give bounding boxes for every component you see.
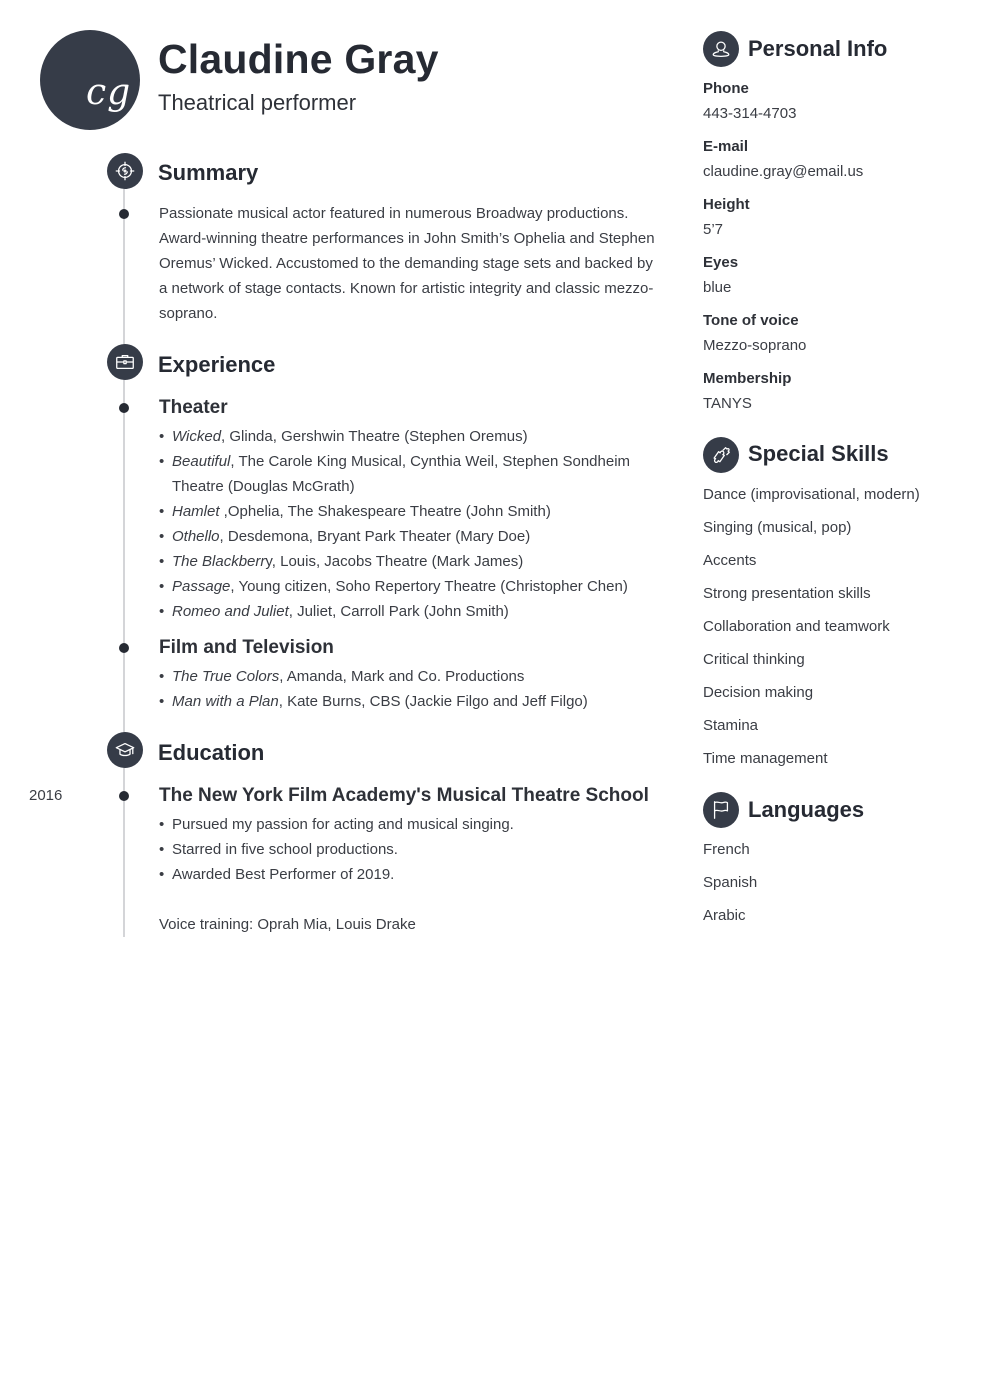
list-item: Othello, Desdemona, Bryant Park Theater … [159,524,659,549]
field-value-eyes: blue [703,279,732,296]
list-item: Wicked, Glinda, Gershwin Theatre (Stephe… [159,424,659,449]
work-title: Man with a Plan [172,693,279,710]
skill-item: Critical thinking [703,651,805,668]
list-item: Passage, Young citizen, Soho Repertory T… [159,574,659,599]
timeline-line [123,170,125,937]
list-item: Romeo and Juliet, Juliet, Carroll Park (… [159,599,659,624]
section-title-education: Education [158,740,265,765]
timeline-dot [119,643,129,653]
field-label-phone: Phone [703,80,749,97]
experience-film-list: The True Colors, Amanda, Mark and Co. Pr… [159,664,659,714]
timeline-dot [119,791,129,801]
section-title-summary: Summary [158,160,259,185]
work-details: ,Ophelia, The Shakespeare Theatre (John … [219,503,551,520]
summary-text: Passionate musical actor featured in num… [159,205,655,322]
skill-item: Singing (musical, pop) [703,519,852,536]
work-title: Passage [172,578,231,595]
flag-icon [703,792,739,828]
avatar: cg [40,30,140,130]
target-icon [107,153,143,189]
work-details: , Amanda, Mark and Co. Productions [279,668,525,685]
section-title-personal-info: Personal Info [748,36,888,61]
field-label-eyes: Eyes [703,254,739,271]
field-value-height: 5’7 [703,221,724,238]
skill-item: Collaboration and teamwork [703,618,890,635]
field-value-phone: 443-314-4703 [703,105,797,122]
list-item: Awarded Best Performer of 2019. [159,862,659,887]
experience-group-title: Film and Television [159,637,334,658]
list-item: Hamlet ,Ophelia, The Shakespeare Theatre… [159,499,659,524]
briefcase-icon [107,344,143,380]
work-title: Hamlet [172,503,220,520]
list-item: Pursued my passion for acting and musica… [159,812,659,837]
work-title: Beautiful [172,453,231,470]
job-title: Theatrical performer [158,90,357,115]
work-details: , The Carole King Musical, Cynthia Weil,… [172,453,631,495]
work-details: , Kate Burns, CBS (Jackie Filgo and Jeff… [278,693,588,710]
list-item: The True Colors, Amanda, Mark and Co. Pr… [159,664,659,689]
section-title-languages: Languages [748,797,865,822]
avatar-initials: cg [86,72,132,113]
experience-group-title: Theater [159,397,228,418]
work-title: Othello [172,528,220,545]
experience-theater-list: Wicked, Glinda, Gershwin Theatre (Stephe… [159,424,659,624]
skill-item: Decision making [703,684,814,701]
work-details: , Juliet, Carroll Park (John Smith) [288,603,509,620]
work-details: y, Louis, Jacobs Theatre (Mark James) [265,553,524,570]
work-title: Wicked [172,428,222,445]
timeline-dot [119,403,129,413]
field-value-membership: TANYS [703,395,752,412]
graduation-cap-icon [107,732,143,768]
education-bullets: Pursued my passion for acting and musica… [159,812,659,887]
skill-item: Time management [703,750,828,767]
work-title: Romeo and Juliet [172,603,289,620]
field-label-voice: Tone of voice [703,312,799,329]
work-details: , Desdemona, Bryant Park Theater (Mary D… [219,528,531,545]
field-label-height: Height [703,196,750,213]
education-school: The New York Film Academy's Musical Thea… [159,785,649,806]
language-item: Arabic [703,907,746,924]
puzzle-icon [703,437,739,473]
list-item: Beautiful, The Carole King Musical, Cynt… [159,449,659,499]
list-item: Starred in five school productions. [159,837,659,862]
list-item: Man with a Plan, Kate Burns, CBS (Jackie… [159,689,659,714]
list-item: The Blackberry, Louis, Jacobs Theatre (M… [159,549,659,574]
education-year: 2016 [29,787,63,804]
work-title: The True Colors [172,668,280,685]
field-value-email: claudine.gray@email.us [703,163,864,180]
candidate-name: Claudine Gray [158,36,439,82]
education-note: Voice training: Oprah Mia, Louis Drake [159,916,416,933]
work-details: , Glinda, Gershwin Theatre (Stephen Orem… [221,428,528,445]
skill-item: Dance (improvisational, modern) [703,486,920,503]
field-label-email: E-mail [703,138,749,155]
section-title-experience: Experience [158,352,276,377]
skill-item: Stamina [703,717,759,734]
work-title: The Blackberr [172,553,266,570]
language-item: Spanish [703,874,758,891]
skill-item: Strong presentation skills [703,585,871,602]
language-item: French [703,841,750,858]
field-value-voice: Mezzo-soprano [703,337,807,354]
timeline-dot [119,209,129,219]
skill-item: Accents [703,552,757,569]
section-title-skills: Special Skills [748,441,889,466]
work-details: , Young citizen, Soho Repertory Theatre … [230,578,628,595]
person-icon [703,31,739,67]
field-label-membership: Membership [703,370,792,387]
